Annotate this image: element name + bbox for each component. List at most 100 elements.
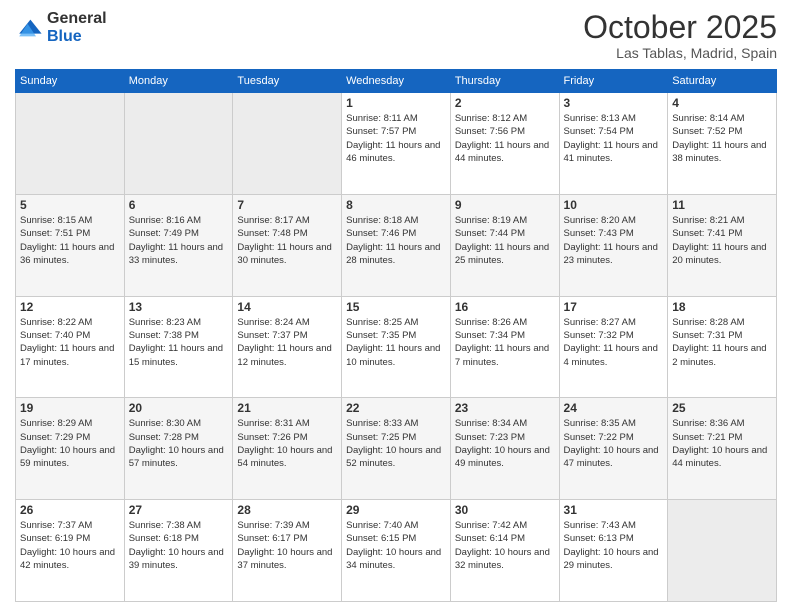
calendar-cell: 21Sunrise: 8:31 AMSunset: 7:26 PMDayligh… [233, 398, 342, 500]
calendar-header: SundayMondayTuesdayWednesdayThursdayFrid… [16, 70, 777, 93]
day-info: Sunrise: 8:17 AMSunset: 7:48 PMDaylight:… [237, 214, 337, 267]
day-number: 8 [346, 198, 446, 212]
header: General Blue October 2025 Las Tablas, Ma… [15, 10, 777, 61]
calendar-cell: 29Sunrise: 7:40 AMSunset: 6:15 PMDayligh… [342, 500, 451, 602]
day-info: Sunrise: 8:33 AMSunset: 7:25 PMDaylight:… [346, 417, 446, 470]
day-number: 7 [237, 198, 337, 212]
day-info: Sunrise: 8:15 AMSunset: 7:51 PMDaylight:… [20, 214, 120, 267]
header-wednesday: Wednesday [342, 70, 451, 93]
week-row-1: 1Sunrise: 8:11 AMSunset: 7:57 PMDaylight… [16, 93, 777, 195]
day-info: Sunrise: 8:16 AMSunset: 7:49 PMDaylight:… [129, 214, 229, 267]
calendar-cell [668, 500, 777, 602]
day-info: Sunrise: 7:42 AMSunset: 6:14 PMDaylight:… [455, 519, 555, 572]
calendar-cell: 14 Sunrise: 8:24 AMSunset: 7:37 PMDayligh… [233, 296, 342, 398]
day-number: 17 [564, 300, 664, 314]
calendar-cell: 15 Sunrise: 8:25 AMSunset: 7:35 PMDayligh… [342, 296, 451, 398]
day-info: Sunrise: 8:28 AMSunset: 7:31 PMDaylight:… [672, 316, 772, 369]
calendar-cell: 17 Sunrise: 8:27 AMSunset: 7:32 PMDayligh… [559, 296, 668, 398]
calendar-cell: 3Sunrise: 8:13 AMSunset: 7:54 PMDaylight… [559, 93, 668, 195]
calendar-cell: 28 Sunrise: 7:39 AMSunset: 6:17 PMDayligh… [233, 500, 342, 602]
day-number: 14 [237, 300, 337, 314]
logo-general-text: General [47, 10, 107, 28]
day-info: Sunrise: 8:22 AMSunset: 7:40 PMDaylight:… [20, 316, 120, 369]
calendar-cell: 31 Sunrise: 7:43 AMSunset: 6:13 PMDayligh… [559, 500, 668, 602]
calendar-cell: 4Sunrise: 8:14 AMSunset: 7:52 PMDaylight… [668, 93, 777, 195]
calendar-cell [16, 93, 125, 195]
day-info: Sunrise: 7:40 AMSunset: 6:15 PMDaylight:… [346, 519, 446, 572]
calendar-cell [233, 93, 342, 195]
calendar-cell: 24 Sunrise: 8:35 AMSunset: 7:22 PMDayligh… [559, 398, 668, 500]
calendar-cell: 1Sunrise: 8:11 AMSunset: 7:57 PMDaylight… [342, 93, 451, 195]
calendar-cell: 18 Sunrise: 8:28 AMSunset: 7:31 PMDayligh… [668, 296, 777, 398]
calendar-cell: 6Sunrise: 8:16 AMSunset: 7:49 PMDaylight… [124, 194, 233, 296]
day-info: Sunrise: 8:26 AMSunset: 7:34 PMDaylight:… [455, 316, 555, 369]
day-number: 9 [455, 198, 555, 212]
day-number: 26 [20, 503, 120, 517]
day-number: 25 [672, 401, 772, 415]
day-info: Sunrise: 7:43 AMSunset: 6:13 PMDaylight:… [564, 519, 664, 572]
day-number: 23 [455, 401, 555, 415]
day-number: 12 [20, 300, 120, 314]
logo-blue-text: Blue [47, 28, 107, 46]
day-number: 16 [455, 300, 555, 314]
day-info: Sunrise: 7:37 AMSunset: 6:19 PMDaylight:… [20, 519, 120, 572]
calendar-cell: 23 Sunrise: 8:34 AMSunset: 7:23 PMDayligh… [450, 398, 559, 500]
calendar-cell: 19Sunrise: 8:29 AMSunset: 7:29 PMDayligh… [16, 398, 125, 500]
calendar-cell: 22 Sunrise: 8:33 AMSunset: 7:25 PMDayligh… [342, 398, 451, 500]
header-thursday: Thursday [450, 70, 559, 93]
day-number: 11 [672, 198, 772, 212]
month-title: October 2025 [583, 10, 777, 45]
day-number: 15 [346, 300, 446, 314]
day-info: Sunrise: 8:23 AMSunset: 7:38 PMDaylight:… [129, 316, 229, 369]
page: General Blue October 2025 Las Tablas, Ma… [0, 0, 792, 612]
day-number: 21 [237, 401, 337, 415]
day-info: Sunrise: 8:25 AMSunset: 7:35 PMDaylight:… [346, 316, 446, 369]
day-info: Sunrise: 8:11 AMSunset: 7:57 PMDaylight:… [346, 112, 446, 165]
day-number: 22 [346, 401, 446, 415]
logo-text: General Blue [47, 10, 107, 45]
day-info: Sunrise: 8:13 AMSunset: 7:54 PMDaylight:… [564, 112, 664, 165]
day-info: Sunrise: 8:24 AMSunset: 7:37 PMDaylight:… [237, 316, 337, 369]
location: Las Tablas, Madrid, Spain [583, 45, 777, 61]
day-number: 28 [237, 503, 337, 517]
day-number: 27 [129, 503, 229, 517]
calendar-cell: 27 Sunrise: 7:38 AMSunset: 6:18 PMDayligh… [124, 500, 233, 602]
header-monday: Monday [124, 70, 233, 93]
day-info: Sunrise: 8:20 AMSunset: 7:43 PMDaylight:… [564, 214, 664, 267]
day-number: 13 [129, 300, 229, 314]
calendar-cell: 20Sunrise: 8:30 AMSunset: 7:28 PMDayligh… [124, 398, 233, 500]
calendar-cell: 26 Sunrise: 7:37 AMSunset: 6:19 PMDayligh… [16, 500, 125, 602]
header-tuesday: Tuesday [233, 70, 342, 93]
day-number: 20 [129, 401, 229, 415]
day-info: Sunrise: 8:14 AMSunset: 7:52 PMDaylight:… [672, 112, 772, 165]
calendar-cell: 11Sunrise: 8:21 AMSunset: 7:41 PMDayligh… [668, 194, 777, 296]
day-info: Sunrise: 7:39 AMSunset: 6:17 PMDaylight:… [237, 519, 337, 572]
calendar-table: SundayMondayTuesdayWednesdayThursdayFrid… [15, 69, 777, 602]
day-info: Sunrise: 8:12 AMSunset: 7:56 PMDaylight:… [455, 112, 555, 165]
logo-icon [15, 14, 43, 42]
day-info: Sunrise: 8:35 AMSunset: 7:22 PMDaylight:… [564, 417, 664, 470]
day-number: 24 [564, 401, 664, 415]
day-info: Sunrise: 7:38 AMSunset: 6:18 PMDaylight:… [129, 519, 229, 572]
day-number: 19 [20, 401, 120, 415]
day-info: Sunrise: 8:19 AMSunset: 7:44 PMDaylight:… [455, 214, 555, 267]
day-number: 18 [672, 300, 772, 314]
calendar-cell: 9 Sunrise: 8:19 AMSunset: 7:44 PMDaylight… [450, 194, 559, 296]
day-number: 30 [455, 503, 555, 517]
calendar-body: 1Sunrise: 8:11 AMSunset: 7:57 PMDaylight… [16, 93, 777, 602]
title-block: October 2025 Las Tablas, Madrid, Spain [583, 10, 777, 61]
header-sunday: Sunday [16, 70, 125, 93]
header-row: SundayMondayTuesdayWednesdayThursdayFrid… [16, 70, 777, 93]
day-info: Sunrise: 8:27 AMSunset: 7:32 PMDaylight:… [564, 316, 664, 369]
day-number: 2 [455, 96, 555, 110]
calendar-cell: 5Sunrise: 8:15 AMSunset: 7:51 PMDaylight… [16, 194, 125, 296]
day-number: 31 [564, 503, 664, 517]
day-info: Sunrise: 8:34 AMSunset: 7:23 PMDaylight:… [455, 417, 555, 470]
day-info: Sunrise: 8:36 AMSunset: 7:21 PMDaylight:… [672, 417, 772, 470]
week-row-3: 12 Sunrise: 8:22 AMSunset: 7:40 PMDayligh… [16, 296, 777, 398]
day-number: 10 [564, 198, 664, 212]
header-friday: Friday [559, 70, 668, 93]
calendar-cell: 10 Sunrise: 8:20 AMSunset: 7:43 PMDayligh… [559, 194, 668, 296]
calendar-cell: 25 Sunrise: 8:36 AMSunset: 7:21 PMDayligh… [668, 398, 777, 500]
calendar-cell: 7 Sunrise: 8:17 AMSunset: 7:48 PMDaylight… [233, 194, 342, 296]
